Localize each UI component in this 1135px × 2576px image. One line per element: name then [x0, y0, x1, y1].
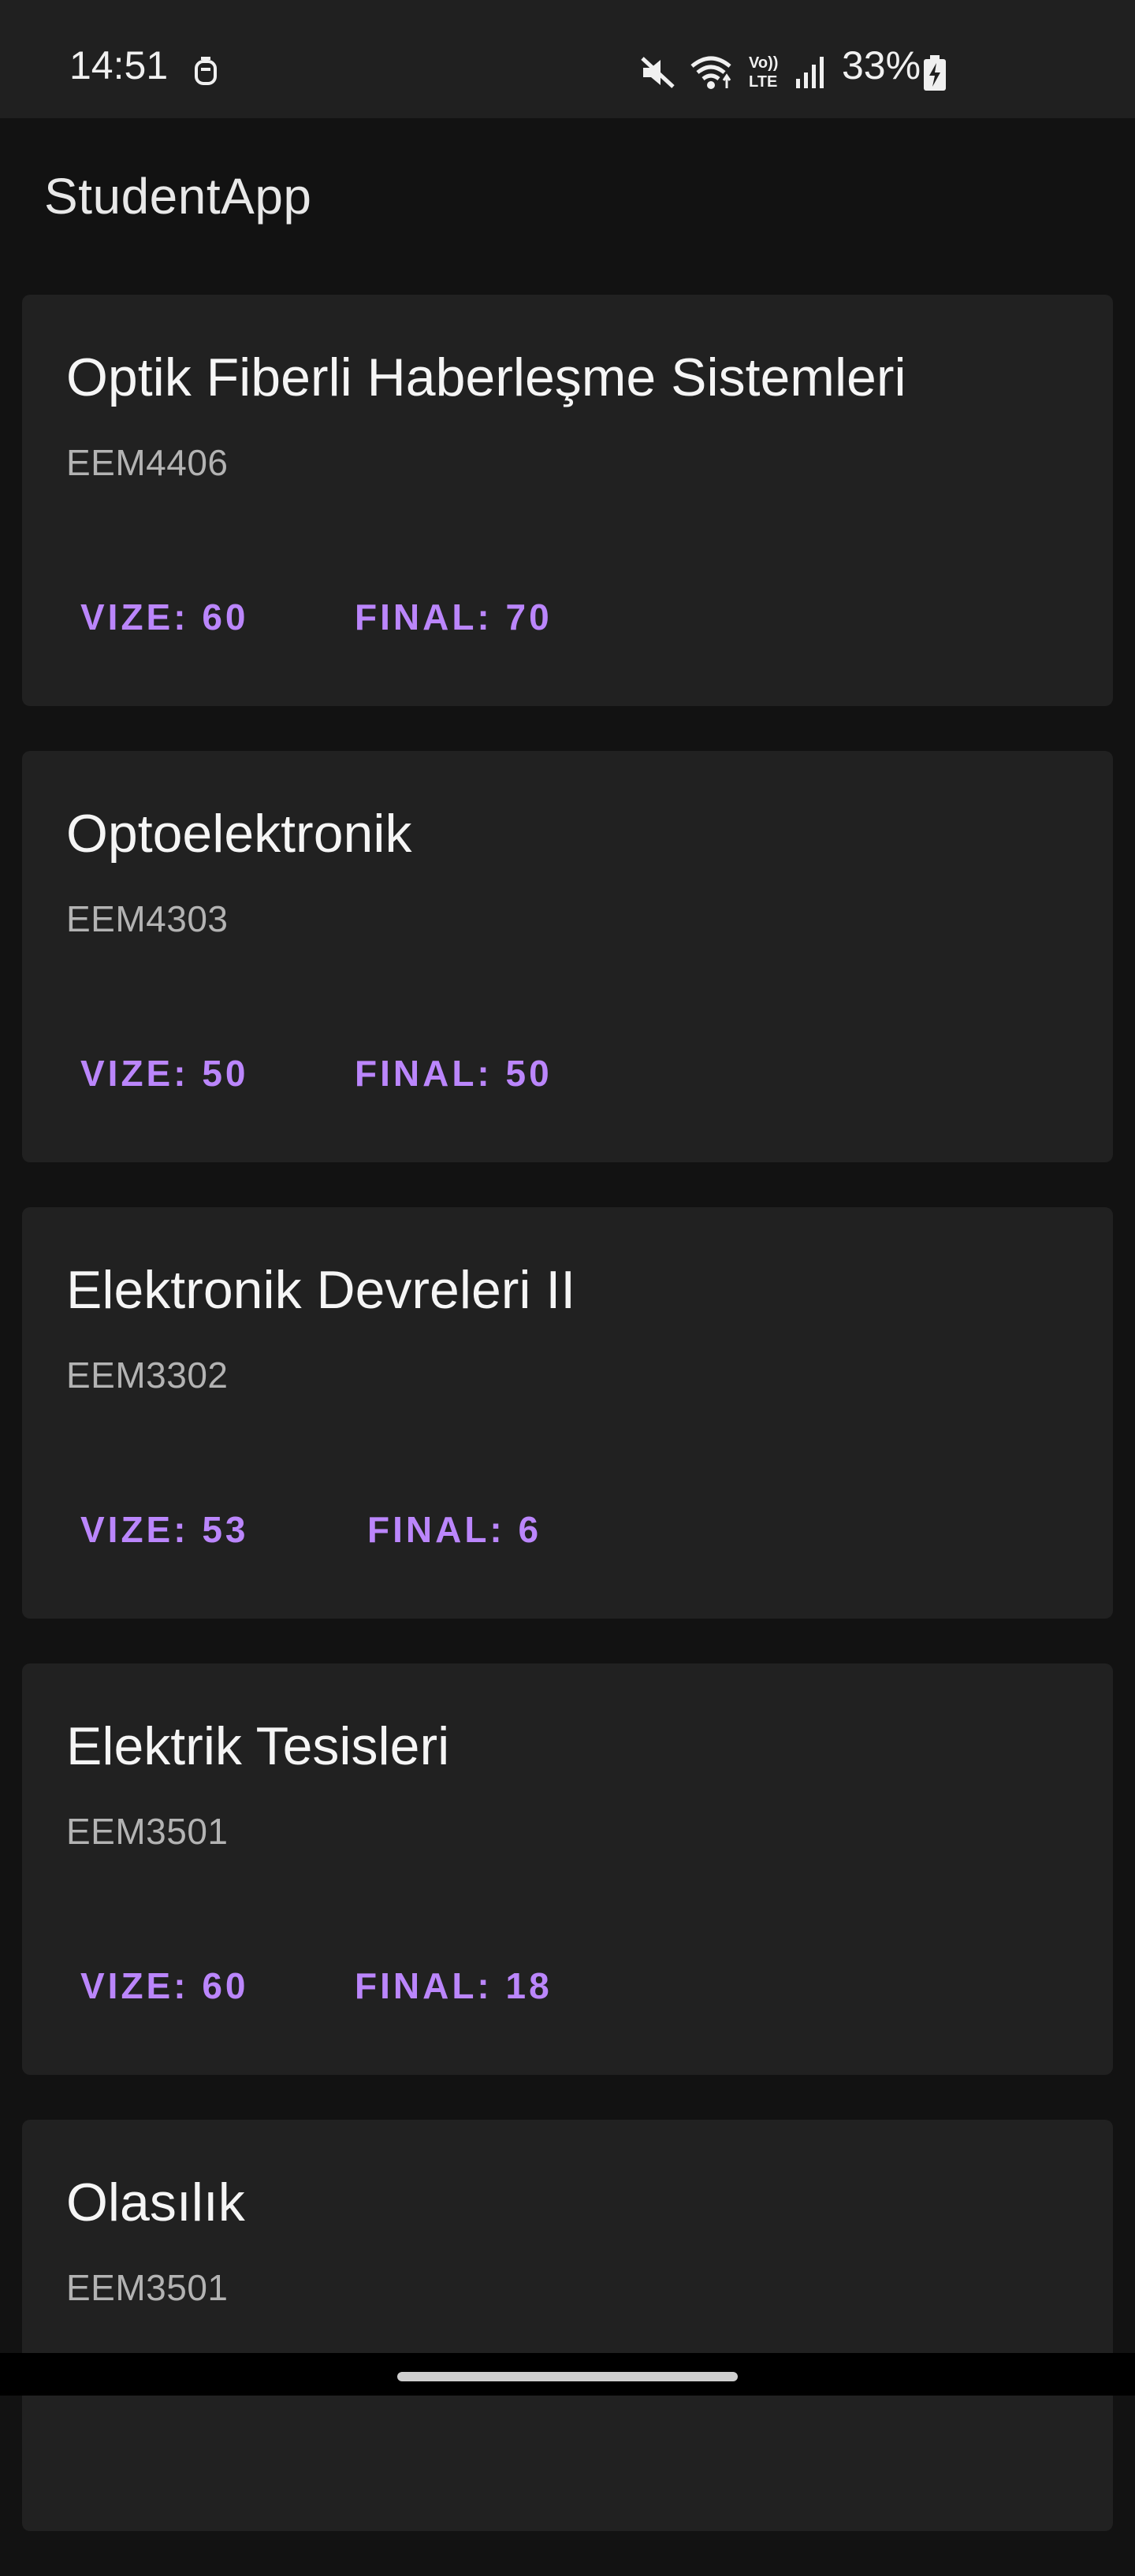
status-time: 14:51: [69, 43, 169, 87]
course-code: EEM3501: [66, 1811, 229, 1852]
course-title: Optoelektronik: [66, 804, 412, 864]
course-card[interactable]: Optik Fiberli Haberleşme Sistemleri EEM4…: [22, 295, 1113, 706]
notification-icon: [195, 57, 217, 85]
svg-text:Vo)): Vo)): [749, 54, 778, 72]
volte-icon: Vo)) LTE: [749, 54, 778, 91]
course-list[interactable]: Optik Fiberli Haberleşme Sistemleri EEM4…: [22, 295, 1113, 2576]
wifi-icon: [690, 56, 731, 89]
course-code: EEM3501: [66, 2267, 229, 2308]
signal-icon: [796, 57, 824, 88]
course-card[interactable]: Elektronik Devreleri II EEM3302 VIZE: 53…: [22, 1207, 1113, 1619]
final-grade: FINAL: 50: [355, 1053, 553, 1094]
vize-grade: VIZE: 50: [80, 1053, 249, 1094]
home-gesture-handle[interactable]: [397, 2372, 738, 2381]
final-grade: FINAL: 6: [367, 1509, 542, 1550]
course-code: EEM4303: [66, 898, 229, 939]
status-bar: 14:51 Vo)) LTE 33%: [0, 0, 1135, 118]
course-card[interactable]: Olasılık EEM3501: [22, 2120, 1113, 2531]
app-bar: StudentApp: [0, 118, 1135, 292]
vize-grade: VIZE: 60: [80, 597, 249, 637]
mute-icon: [641, 57, 675, 88]
battery-charging-icon: [924, 55, 946, 91]
course-code: EEM3302: [66, 1355, 229, 1396]
vize-grade: VIZE: 53: [80, 1509, 249, 1550]
course-code: EEM4406: [66, 442, 229, 483]
final-grade: FINAL: 70: [355, 597, 553, 637]
course-title: Olasılık: [66, 2173, 245, 2232]
svg-text:LTE: LTE: [749, 73, 777, 91]
course-title: Elektronik Devreleri II: [66, 1260, 576, 1320]
course-title: Optik Fiberli Haberleşme Sistemleri: [66, 348, 906, 407]
course-title: Elektrik Tesisleri: [66, 1716, 450, 1776]
final-grade: FINAL: 18: [355, 1965, 553, 2006]
course-card[interactable]: Elektrik Tesisleri EEM3501 VIZE: 60 FINA…: [22, 1663, 1113, 2075]
app-title: StudentApp: [44, 168, 312, 225]
navigation-bar: [0, 2353, 1135, 2396]
course-card[interactable]: Optoelektronik EEM4303 VIZE: 50 FINAL: 5…: [22, 751, 1113, 1162]
vize-grade: VIZE: 60: [80, 1965, 249, 2006]
battery-percent: 33%: [842, 43, 921, 87]
